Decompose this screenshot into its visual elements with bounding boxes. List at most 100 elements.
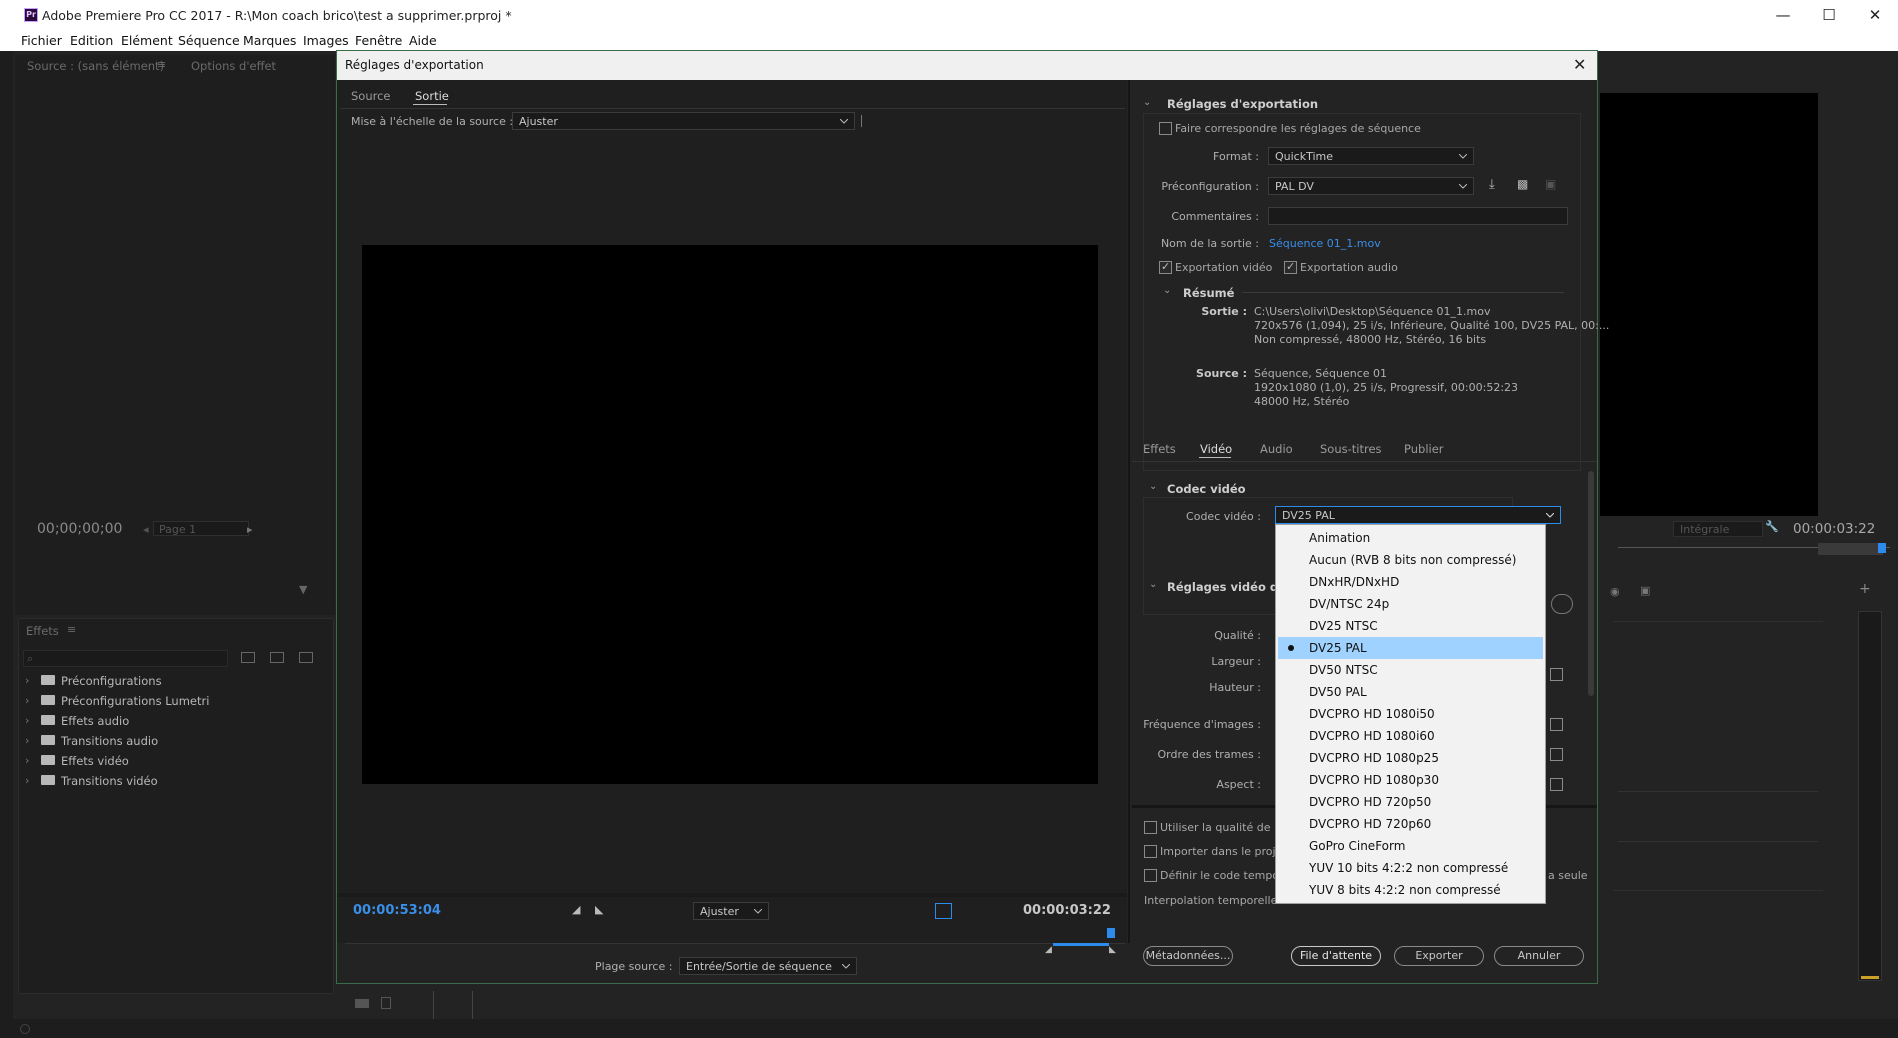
- format-select[interactable]: QuickTime: [1268, 147, 1474, 165]
- menu-aide[interactable]: Aide: [409, 33, 437, 48]
- field-order-checkbox[interactable]: [1550, 748, 1563, 761]
- menu-edition[interactable]: Edition: [70, 33, 113, 48]
- codec-option[interactable]: GoPro CineForm: [1276, 835, 1545, 857]
- in-point-handle[interactable]: ◢: [1045, 945, 1052, 955]
- output-name-link[interactable]: Séquence 01_1.mov: [1269, 237, 1381, 250]
- tab-audio[interactable]: Audio: [1260, 442, 1293, 456]
- minimize-button[interactable]: —: [1760, 0, 1806, 31]
- width-checkbox[interactable]: [1550, 668, 1563, 681]
- codec-option[interactable]: DNxHR/DNxHD: [1276, 571, 1545, 593]
- mark-out-icon[interactable]: ◣: [595, 903, 603, 916]
- codec-option-selected[interactable]: DV25 PAL: [1278, 637, 1543, 659]
- tab-sortie[interactable]: Sortie: [415, 89, 449, 103]
- marker-icon[interactable]: ▼: [299, 583, 307, 596]
- match-sequence-checkbox[interactable]: [1159, 122, 1172, 135]
- accelerated-effects-icon[interactable]: [241, 652, 255, 663]
- max-quality-checkbox[interactable]: [1144, 821, 1157, 834]
- codec-select[interactable]: DV25 PAL: [1275, 506, 1561, 524]
- program-playhead[interactable]: [1878, 543, 1886, 553]
- playhead[interactable]: [1107, 928, 1115, 938]
- codec-option[interactable]: DV50 NTSC: [1276, 659, 1545, 681]
- tab-source[interactable]: Source: [351, 89, 391, 103]
- effects-menu-icon[interactable]: ≡: [67, 623, 76, 636]
- current-timecode[interactable]: 00:00:53:04: [353, 903, 441, 918]
- wrench-icon[interactable]: 🔧: [1765, 520, 1779, 533]
- menu-marques[interactable]: Marques: [243, 33, 296, 48]
- export-video-checkbox[interactable]: ✓: [1159, 260, 1172, 274]
- tab-publier[interactable]: Publier: [1404, 442, 1444, 456]
- codec-option[interactable]: DVCPRO HD 1080p25: [1276, 747, 1545, 769]
- collapse-icon[interactable]: ⌄: [1143, 97, 1161, 111]
- codec-option[interactable]: DV25 NTSC: [1276, 615, 1545, 637]
- mark-in-icon[interactable]: ◢: [572, 903, 580, 916]
- codec-option[interactable]: DVCPRO HD 1080i60: [1276, 725, 1545, 747]
- add-button[interactable]: +: [1859, 581, 1871, 597]
- menu-fenetre[interactable]: Fenêtre: [355, 33, 402, 48]
- settings-scrollbar[interactable]: [1588, 471, 1594, 696]
- effect-options-tab[interactable]: Options d'effet: [191, 59, 276, 73]
- metadata-button[interactable]: Métadonnées...: [1143, 946, 1233, 966]
- codec-option[interactable]: DVCPRO HD 1080p30: [1276, 769, 1545, 791]
- codec-option[interactable]: DVCPRO HD 720p60: [1276, 813, 1545, 835]
- program-zoom-bar[interactable]: [1818, 543, 1883, 555]
- menu-fichier[interactable]: Fichier: [21, 33, 62, 48]
- panel-splitter[interactable]: [1128, 80, 1130, 943]
- source-panel-tab[interactable]: Source : (sans élément): [27, 59, 164, 73]
- delete-preset-icon[interactable]: ▣: [1545, 177, 1556, 191]
- codec-collapse-icon[interactable]: ⌄: [1149, 481, 1157, 492]
- maximize-button[interactable]: ☐: [1806, 0, 1852, 31]
- framerate-checkbox[interactable]: [1550, 718, 1563, 731]
- aspect-toggle-icon[interactable]: [935, 903, 952, 919]
- save-preset-icon[interactable]: ⤓: [1489, 177, 1495, 192]
- zoom-select[interactable]: Intégrale: [1673, 521, 1763, 537]
- tab-effets[interactable]: Effets: [1143, 442, 1176, 456]
- scale-select[interactable]: Ajuster: [512, 112, 855, 130]
- new-bin-icon[interactable]: [355, 999, 369, 1008]
- menu-sequence[interactable]: Séquence: [178, 33, 240, 48]
- aspect-checkbox[interactable]: [1550, 778, 1563, 791]
- 32bit-effects-icon[interactable]: [270, 652, 284, 663]
- codec-option[interactable]: DVCPRO HD 1080i50: [1276, 703, 1545, 725]
- codec-option[interactable]: Aucun (RVB 8 bits non compressé): [1276, 549, 1545, 571]
- source-range-track[interactable]: [345, 943, 1125, 944]
- codec-option[interactable]: DV50 PAL: [1276, 681, 1545, 703]
- prev-page-icon[interactable]: ◂: [143, 523, 149, 536]
- range-select[interactable]: Entrée/Sortie de séquence: [679, 957, 857, 975]
- export-button[interactable]: Exporter: [1394, 946, 1484, 966]
- tab-sous-titres[interactable]: Sous-titres: [1320, 442, 1382, 456]
- close-window-button[interactable]: ✕: [1852, 0, 1898, 31]
- import-preset-icon[interactable]: ▩: [1517, 177, 1528, 191]
- codec-option[interactable]: YUV 8 bits 4:2:2 non compressé: [1276, 879, 1545, 901]
- yuv-effects-icon[interactable]: [299, 652, 313, 663]
- basic-collapse-icon[interactable]: ⌄: [1149, 579, 1157, 590]
- effects-search-input[interactable]: ⌕: [23, 650, 228, 667]
- page-select[interactable]: Page 1: [153, 521, 249, 536]
- timecode-checkbox[interactable]: [1144, 869, 1157, 882]
- camera-icon[interactable]: ◉: [1610, 585, 1620, 598]
- queue-button[interactable]: File d'attente: [1291, 946, 1381, 966]
- tab-divider: [340, 108, 1125, 109]
- cancel-button[interactable]: Annuler: [1494, 946, 1584, 966]
- codec-option[interactable]: DV/NTSC 24p: [1276, 593, 1545, 615]
- trash-icon[interactable]: [381, 997, 391, 1009]
- fit-select[interactable]: Ajuster: [693, 902, 769, 920]
- comment-icon[interactable]: ▣: [1640, 584, 1650, 597]
- codec-option[interactable]: YUV 10 bits 4:2:2 non compressé: [1276, 857, 1545, 879]
- dialog-close-button[interactable]: ✕: [1573, 55, 1586, 74]
- panel-menu-icon[interactable]: ≡: [157, 58, 166, 71]
- menu-element[interactable]: Elément: [121, 33, 173, 48]
- menu-images[interactable]: Images: [303, 33, 349, 48]
- codec-option[interactable]: DVCPRO HD 720p50: [1276, 791, 1545, 813]
- export-audio-checkbox[interactable]: ✓: [1284, 260, 1297, 274]
- out-point-handle[interactable]: ◣: [1109, 945, 1116, 955]
- reset-button[interactable]: [1551, 594, 1573, 614]
- next-page-icon[interactable]: ▸: [247, 523, 253, 536]
- codec-dropdown-list[interactable]: Animation Aucun (RVB 8 bits non compress…: [1275, 524, 1546, 904]
- codec-option[interactable]: Animation: [1276, 527, 1545, 549]
- summary-collapse-icon[interactable]: ⌄: [1163, 285, 1171, 296]
- import-project-checkbox[interactable]: [1144, 845, 1157, 858]
- tab-video[interactable]: Vidéo: [1200, 442, 1232, 456]
- preset-select[interactable]: PAL DV: [1268, 177, 1474, 195]
- comments-input[interactable]: [1268, 207, 1568, 225]
- source-range-fill[interactable]: [1053, 943, 1109, 946]
